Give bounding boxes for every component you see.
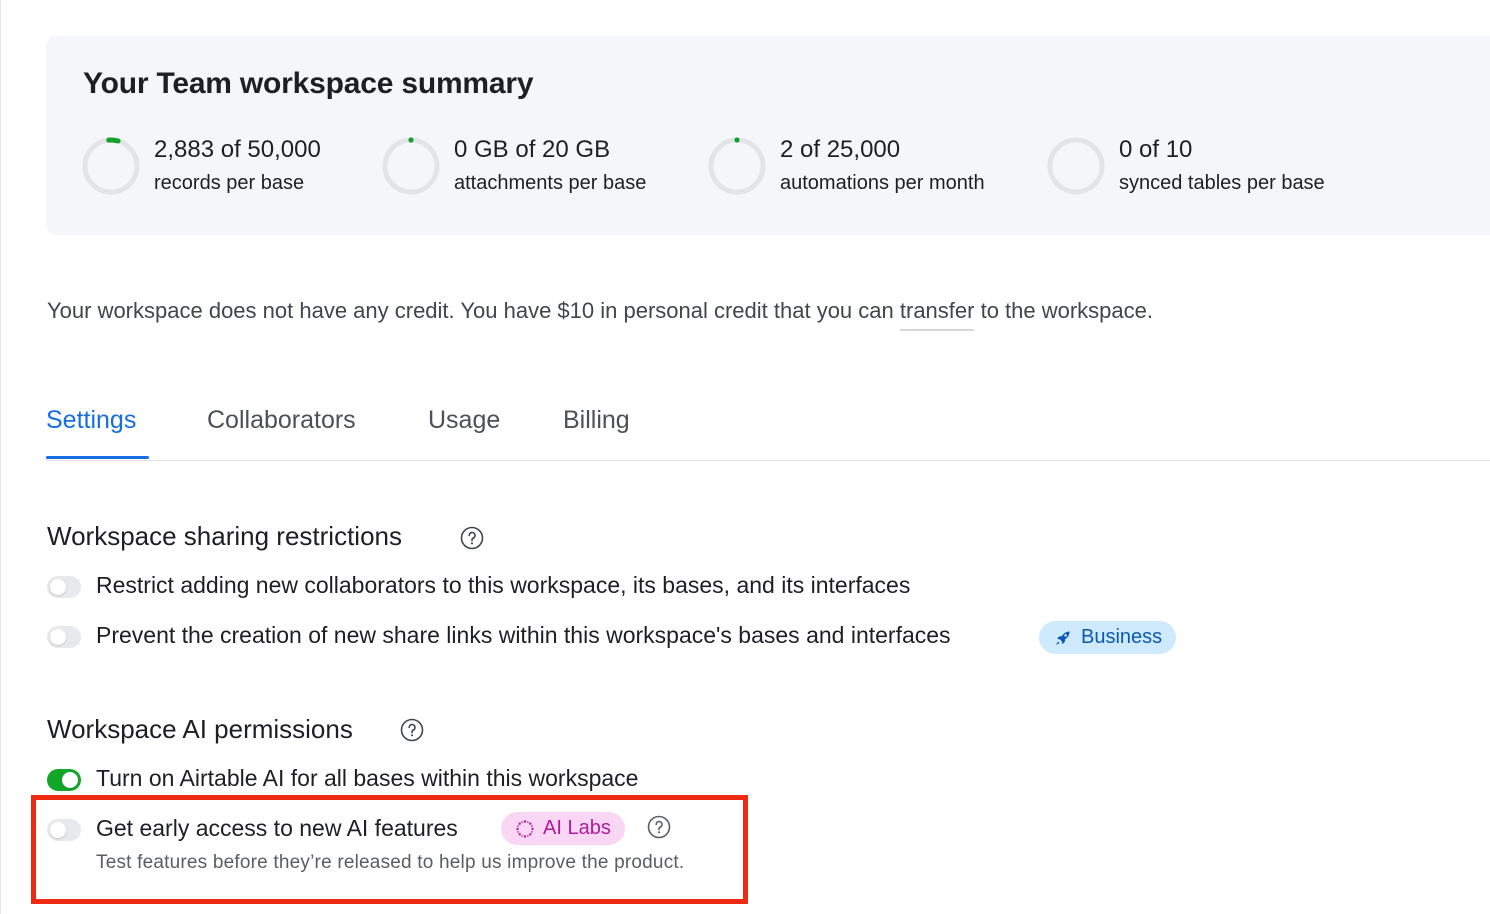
credit-text-after: to the workspace. xyxy=(974,298,1154,323)
toggle-knob xyxy=(50,579,66,595)
question-help-icon[interactable] xyxy=(647,815,671,839)
sharing-restrictions-title: Workspace sharing restrictions xyxy=(47,521,402,551)
prevent-share-links-toggle[interactable] xyxy=(47,626,81,648)
workspace-summary-card: Your Team workspace summary 2,883 of 50,… xyxy=(46,36,1490,235)
active-tab-indicator xyxy=(46,456,149,459)
ai-permissions-title: Workspace AI permissions xyxy=(47,714,353,744)
transfer-credit-link[interactable]: transfer xyxy=(899,298,975,331)
metric-label: automations per month xyxy=(780,172,985,194)
prevent-share-links-label: Prevent the creation of new share links … xyxy=(96,622,951,648)
rocket-icon xyxy=(1056,631,1070,645)
workspace-settings-page: Your Team workspace summary 2,883 of 50,… xyxy=(0,0,1490,914)
metric-value: 2,883 of 50,000 xyxy=(154,136,321,163)
restrict-collaborators-label: Restrict adding new collaborators to thi… xyxy=(96,572,911,598)
tab-collaborators[interactable]: Collaborators xyxy=(207,406,356,435)
metric-label: records per base xyxy=(154,172,305,194)
business-badge-label: Business xyxy=(1081,626,1163,648)
business-plan-badge[interactable]: Business xyxy=(1039,621,1177,654)
turn-on-ai-toggle[interactable] xyxy=(47,769,81,791)
prevent-share-links-row: Prevent the creation of new share links … xyxy=(47,622,1187,654)
tab-settings[interactable]: Settings xyxy=(46,406,136,435)
early-access-label: Get early access to new AI features xyxy=(96,815,458,841)
question-help-icon[interactable] xyxy=(460,526,484,550)
records-progress-ring-icon xyxy=(82,137,140,195)
ai-labs-badge-label: AI Labs xyxy=(543,817,611,839)
turn-on-ai-label: Turn on Airtable AI for all bases within… xyxy=(96,765,639,791)
metric-label: synced tables per base xyxy=(1119,172,1325,194)
settings-tabs: Settings Collaborators Usage Billing xyxy=(46,400,1490,461)
toggle-knob xyxy=(62,772,78,788)
toggle-knob xyxy=(50,822,66,838)
metric-value: 0 of 10 xyxy=(1119,136,1193,163)
tab-usage[interactable]: Usage xyxy=(428,406,500,435)
restrict-collaborators-toggle[interactable] xyxy=(47,576,81,598)
attachments-progress-ring-icon xyxy=(382,137,440,195)
automations-progress-ring-icon xyxy=(708,137,766,195)
summary-title: Your Team workspace summary xyxy=(83,67,534,100)
early-access-toggle[interactable] xyxy=(47,819,81,841)
credit-text-before: Your workspace does not have any credit.… xyxy=(47,298,900,323)
restrict-collaborators-row: Restrict adding new collaborators to thi… xyxy=(47,572,1007,604)
question-help-icon[interactable] xyxy=(400,718,424,742)
metric-value: 2 of 25,000 xyxy=(780,136,901,163)
tab-billing[interactable]: Billing xyxy=(563,406,630,435)
metric-value: 0 GB of 20 GB xyxy=(454,136,611,163)
turn-on-ai-row: Turn on Airtable AI for all bases within… xyxy=(47,765,707,797)
sparkle-dots-icon xyxy=(516,820,534,838)
credit-message: Your workspace does not have any credit.… xyxy=(47,298,1154,331)
early-access-description: Test features before they’re released to… xyxy=(96,852,685,873)
metric-label: attachments per base xyxy=(454,172,647,194)
toggle-knob xyxy=(50,629,66,645)
ai-labs-badge[interactable]: AI Labs xyxy=(501,812,625,845)
synced-tables-progress-ring-icon xyxy=(1047,137,1105,195)
